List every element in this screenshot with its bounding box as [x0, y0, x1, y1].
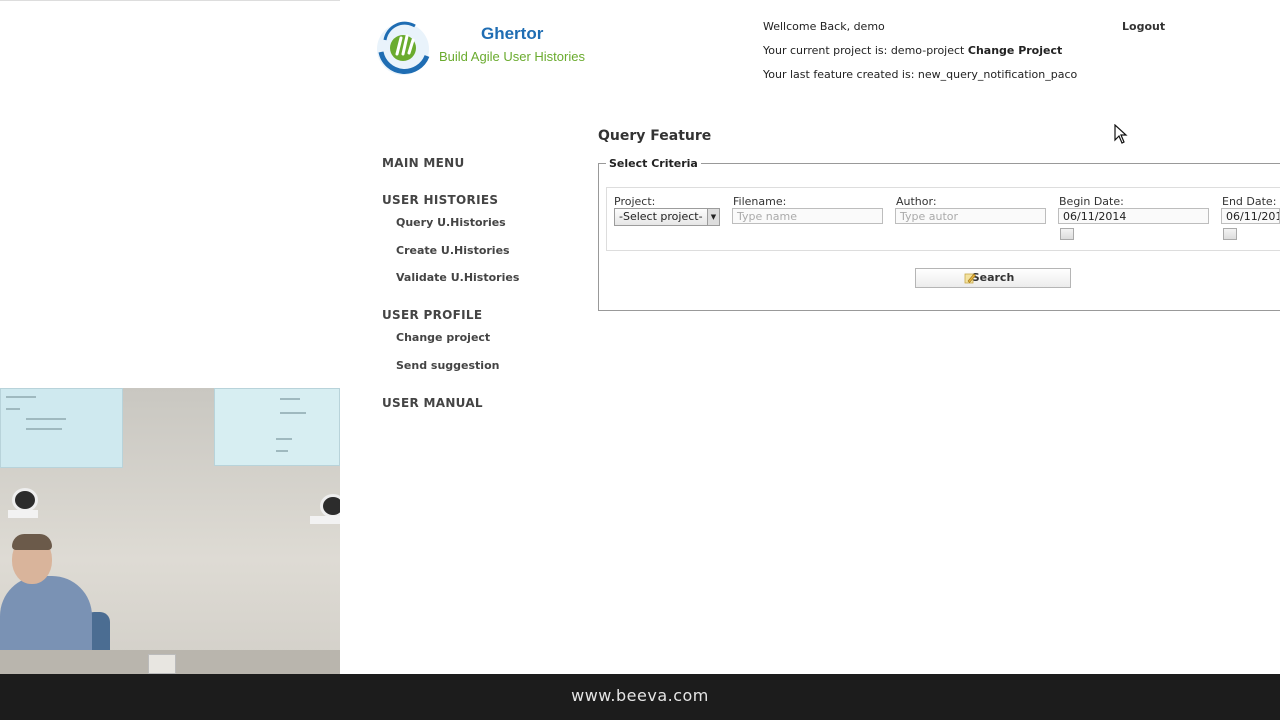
logout-link[interactable]: Logout	[1122, 20, 1165, 33]
filename-input[interactable]: Type name	[732, 208, 883, 224]
search-pencil-icon	[964, 273, 976, 284]
menu-user-manual[interactable]: USER MANUAL	[382, 396, 519, 410]
filename-label: Filename:	[733, 195, 787, 208]
brand-title: Ghertor	[481, 24, 544, 43]
footer-url: www.beeva.com	[571, 686, 709, 705]
menu-item-change-project[interactable]: Change project	[382, 331, 519, 359]
ghertor-logo-icon	[377, 21, 430, 75]
author-label: Author:	[896, 195, 937, 208]
projection-screen-right	[214, 388, 340, 466]
project-select-value: -Select project-	[619, 210, 703, 223]
dropdown-arrow-icon: ▼	[707, 209, 719, 225]
sidebar-menu: MAIN MENU USER HISTORIES Query U.Histori…	[382, 156, 519, 410]
author-input[interactable]: Type autor	[895, 208, 1046, 224]
last-feature-text: Your last feature created is: new_query_…	[763, 68, 1078, 81]
webcam-inset	[0, 388, 340, 674]
header-info: Wellcome Back, demo Your current project…	[763, 20, 1077, 92]
menu-user-histories[interactable]: USER HISTORIES	[382, 193, 519, 216]
app-logo[interactable]: Ghertor Build Agile User Histories	[375, 18, 605, 78]
end-date-input[interactable]: 06/11/201	[1221, 208, 1280, 224]
camera-mount	[310, 516, 340, 524]
menu-item-validate-histories[interactable]: Validate U.Histories	[382, 271, 519, 308]
camera-icon	[12, 488, 38, 512]
search-button[interactable]: Search	[915, 268, 1071, 288]
camera-icon	[320, 494, 340, 518]
search-button-label: Search	[971, 271, 1015, 284]
menu-item-send-suggestion[interactable]: Send suggestion	[382, 359, 519, 396]
mouse-cursor-icon	[1114, 124, 1128, 144]
footer-bar: www.beeva.com	[0, 674, 1280, 720]
criteria-legend: Select Criteria	[606, 157, 701, 170]
menu-main[interactable]: MAIN MENU	[382, 156, 519, 193]
menu-item-query-histories[interactable]: Query U.Histories	[382, 216, 519, 244]
menu-user-profile[interactable]: USER PROFILE	[382, 308, 519, 331]
project-label: Project:	[614, 195, 656, 208]
change-project-link[interactable]: Change Project	[968, 44, 1062, 57]
current-project-line: Your current project is: demo-project Ch…	[763, 44, 1077, 68]
camera-mount	[8, 510, 38, 518]
welcome-text: Wellcome Back, demo	[763, 20, 885, 33]
menu-item-create-histories[interactable]: Create U.Histories	[382, 244, 519, 271]
brand-subtitle: Build Agile User Histories	[439, 49, 585, 64]
person-hair	[12, 534, 52, 550]
begin-date-label: Begin Date:	[1059, 195, 1124, 208]
calendar-icon[interactable]	[1060, 228, 1074, 240]
blank-pane	[0, 0, 340, 388]
end-date-label: End Date:	[1222, 195, 1277, 208]
projection-screen-left	[0, 388, 123, 468]
project-select[interactable]: -Select project- ▼	[614, 208, 720, 226]
begin-date-input[interactable]: 06/11/2014	[1058, 208, 1209, 224]
current-project-text: Your current project is: demo-project	[763, 44, 965, 57]
page-title: Query Feature	[598, 128, 712, 144]
calendar-icon[interactable]	[1223, 228, 1237, 240]
wall-outlet	[148, 654, 176, 674]
